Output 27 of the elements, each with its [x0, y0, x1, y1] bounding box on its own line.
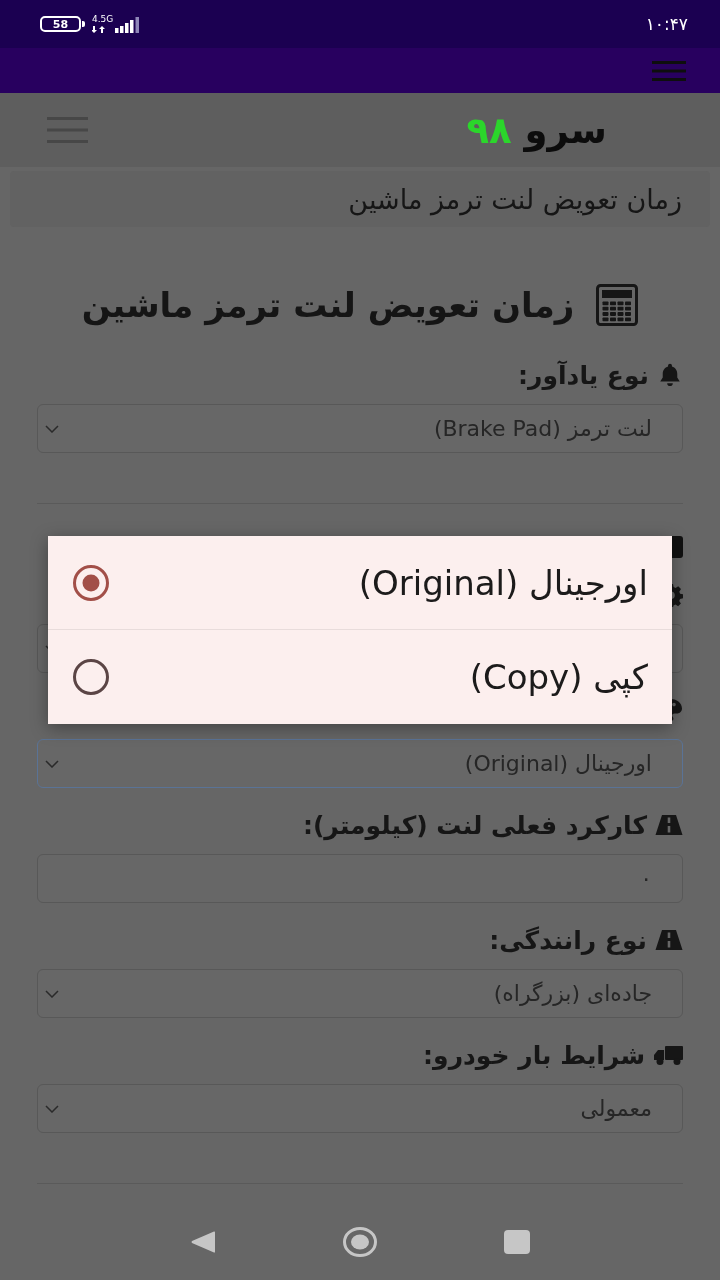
select-field[interactable]: جاده‌ای (بزرگراه) [37, 969, 683, 1018]
back-icon[interactable] [190, 1229, 216, 1255]
network-type: 4.5G [92, 15, 114, 24]
text-input[interactable]: ۰ [37, 854, 683, 903]
chevron-down-icon [45, 424, 59, 433]
chevron-down-icon [45, 759, 59, 768]
field-label: نوع یادآور: [518, 362, 649, 388]
home-icon[interactable] [343, 1227, 377, 1257]
calculator-icon [596, 284, 639, 326]
signal-icon [115, 17, 142, 33]
chevron-down-icon [45, 989, 59, 998]
radio-icon[interactable] [72, 658, 110, 696]
radio-icon[interactable] [72, 563, 110, 602]
select-field[interactable]: معمولی [37, 1084, 683, 1133]
battery-indicator: 58 [40, 16, 85, 32]
dialog-option[interactable]: اورجینال (Original) [48, 536, 672, 630]
chevron-down-icon [45, 1104, 59, 1113]
select-field[interactable]: اورجینال (Original) [37, 739, 683, 788]
dialog-option[interactable]: کپی (Copy) [48, 630, 672, 724]
truck-icon [653, 1044, 683, 1066]
select-field[interactable]: لنت ترمز (Brake Pad) [37, 404, 683, 453]
clock-time: ۱۰:۴۷ [645, 15, 688, 33]
data-arrows-icon [92, 26, 108, 33]
bell-icon [657, 362, 683, 388]
field-label: نوع رانندگی: [489, 927, 647, 953]
road-icon [655, 929, 683, 951]
road-icon [655, 814, 683, 836]
